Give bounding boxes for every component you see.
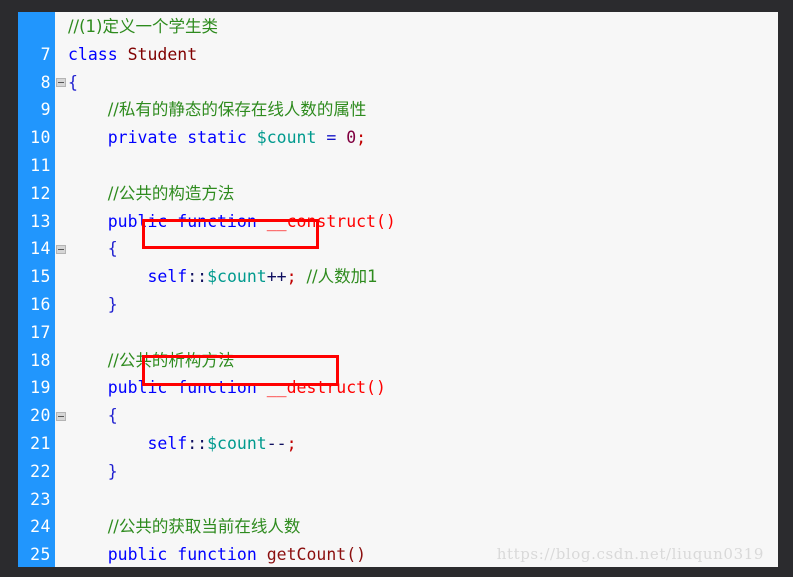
code-line[interactable]: 19 //公共的析构方法 bbox=[0, 347, 778, 398]
token-function-getcount: getCount() bbox=[266, 545, 367, 565]
token-scope-resolution: :: bbox=[187, 267, 208, 287]
code-editor-panel[interactable]: 7 //(1)定义一个学生类 8 class Student 9 { 10 //… bbox=[0, 12, 778, 567]
code-content[interactable]: public function getCount() bbox=[68, 541, 366, 567]
token-variable-count: $count bbox=[207, 433, 267, 453]
token-keyword-private: private bbox=[107, 128, 178, 148]
code-line[interactable]: 11 private static $count = 0; bbox=[0, 124, 778, 175]
code-line[interactable]: 21 { bbox=[0, 402, 778, 453]
token-comment: //公共的构造方法 bbox=[107, 183, 235, 203]
token-function-destruct: __destruct() bbox=[266, 378, 386, 398]
code-content[interactable]: public function __construct() bbox=[68, 208, 396, 236]
screenshot-root: 7 //(1)定义一个学生类 8 class Student 9 { 10 //… bbox=[0, 0, 793, 577]
fold-collapse-icon[interactable] bbox=[56, 78, 66, 88]
code-line[interactable]: 22 self::$count--; bbox=[0, 430, 778, 481]
code-line[interactable]: 14 public function __construct() bbox=[0, 208, 778, 259]
token-semicolon: ; bbox=[286, 267, 297, 287]
code-content[interactable]: //公共的构造方法 bbox=[68, 180, 235, 208]
token-brace-close: } bbox=[107, 461, 118, 481]
code-content[interactable]: //(1)定义一个学生类 bbox=[68, 13, 218, 41]
code-line[interactable]: 18 bbox=[0, 319, 778, 370]
code-line[interactable]: 25 //公共的获取当前在线人数 bbox=[0, 513, 778, 564]
code-line[interactable]: 16 self::$count++; //人数加1 bbox=[0, 263, 778, 314]
code-content[interactable]: self::$count--; bbox=[68, 430, 297, 458]
token-keyword-function: function bbox=[177, 211, 257, 231]
code-line[interactable]: 24 bbox=[0, 486, 778, 536]
token-keyword-public: public bbox=[107, 545, 168, 565]
code-content[interactable]: private static $count = 0; bbox=[68, 124, 366, 152]
token-function-construct: __construct() bbox=[266, 211, 396, 231]
code-content[interactable]: { bbox=[68, 235, 118, 263]
token-operator-decrement: -- bbox=[266, 433, 287, 453]
token-comment: //公共的析构方法 bbox=[107, 350, 235, 370]
code-content[interactable]: //公共的析构方法 bbox=[68, 347, 235, 375]
token-keyword-public: public bbox=[107, 378, 168, 398]
code-line[interactable]: 17 } bbox=[0, 291, 778, 342]
code-content[interactable]: self::$count++; //人数加1 bbox=[68, 263, 378, 291]
code-line[interactable]: 20 public function __destruct() bbox=[0, 374, 778, 425]
token-scope-resolution: :: bbox=[187, 433, 208, 453]
token-brace-open: { bbox=[68, 72, 78, 92]
token-semicolon: ; bbox=[356, 128, 367, 148]
token-comment-inline: //人数加1 bbox=[306, 267, 378, 287]
token-brace-open: { bbox=[107, 239, 118, 259]
token-comment: //(1)定义一个学生类 bbox=[68, 17, 218, 36]
token-keyword-self: self bbox=[147, 433, 188, 453]
code-line[interactable]: 10 //私有的静态的保存在线人数的属性 bbox=[0, 96, 778, 147]
code-line[interactable]: 23 } bbox=[0, 458, 778, 509]
token-brace-close: } bbox=[107, 294, 118, 314]
code-content[interactable]: //公共的获取当前在线人数 bbox=[68, 513, 301, 541]
fold-collapse-icon[interactable] bbox=[56, 411, 66, 421]
watermark-text: https://blog.csdn.net/liuqun0319 bbox=[496, 545, 764, 563]
token-operator-assign: = bbox=[326, 128, 337, 148]
token-operator-increment: ++ bbox=[266, 267, 287, 287]
fold-collapse-icon[interactable] bbox=[56, 244, 66, 254]
code-line[interactable]: 13 //公共的构造方法 bbox=[0, 180, 778, 231]
code-content[interactable]: { bbox=[68, 69, 78, 97]
token-semicolon: ; bbox=[286, 433, 297, 453]
code-content[interactable]: class Student bbox=[68, 41, 197, 69]
token-keyword-class: class bbox=[68, 44, 118, 64]
code-line[interactable]: 8 class Student bbox=[0, 41, 778, 92]
token-keyword-function: function bbox=[177, 378, 257, 398]
token-keyword-function: function bbox=[177, 545, 257, 565]
code-lines-container: 7 //(1)定义一个学生类 8 class Student 9 { 10 //… bbox=[0, 13, 778, 567]
token-comment: //公共的获取当前在线人数 bbox=[107, 517, 301, 537]
token-variable-count: $count bbox=[207, 267, 267, 287]
token-class-name: Student bbox=[127, 44, 198, 64]
code-line[interactable]: 9 { bbox=[0, 69, 778, 120]
code-line[interactable]: 15 { bbox=[0, 235, 778, 286]
code-content[interactable]: public function __destruct() bbox=[68, 374, 386, 402]
code-content[interactable]: } bbox=[68, 458, 118, 486]
token-keyword-static: static bbox=[187, 128, 247, 148]
token-variable-count: $count bbox=[256, 128, 317, 148]
code-content[interactable]: { bbox=[68, 402, 118, 430]
token-keyword-self: self bbox=[147, 267, 188, 287]
token-comment: //私有的静态的保存在线人数的属性 bbox=[107, 100, 367, 120]
code-line[interactable]: 12 bbox=[0, 152, 778, 203]
code-content[interactable]: } bbox=[68, 291, 118, 319]
code-content[interactable]: //私有的静态的保存在线人数的属性 bbox=[68, 96, 367, 124]
token-brace-open: { bbox=[107, 406, 118, 426]
token-number-zero: 0 bbox=[346, 128, 357, 148]
token-keyword-public: public bbox=[107, 211, 168, 231]
code-line[interactable]: 7 //(1)定义一个学生类 bbox=[0, 13, 778, 64]
